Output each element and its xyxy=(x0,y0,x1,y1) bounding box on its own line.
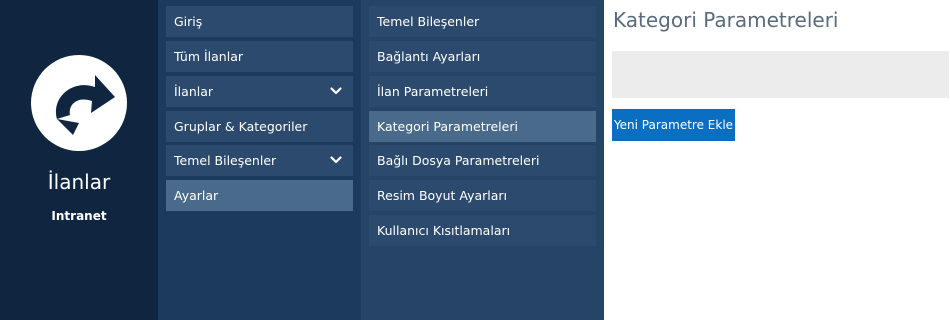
primary-nav: Giriş Tüm İlanlar İlanlar Gruplar & Kate… xyxy=(158,0,361,320)
nav-item-gruplar-kategoriler[interactable]: Gruplar & Kategoriler xyxy=(166,111,353,142)
nav-item-temel-bilesenler[interactable]: Temel Bileşenler xyxy=(166,145,353,176)
nav-item-giris[interactable]: Giriş xyxy=(166,6,353,37)
chevron-down-icon xyxy=(330,156,342,164)
nav-item-ayarlar[interactable]: Ayarlar xyxy=(166,180,353,211)
subnav-item-temel-bilesenler[interactable]: Temel Bileşenler xyxy=(369,6,596,37)
subnav-item-kategori-parametreleri[interactable]: Kategori Parametreleri xyxy=(369,111,596,142)
add-parameter-button[interactable]: Yeni Parametre Ekle xyxy=(612,109,735,141)
nav-item-label: Gruplar & Kategoriler xyxy=(174,119,308,134)
subnav-item-ilan-parametreleri[interactable]: İlan Parametreleri xyxy=(369,76,596,107)
subnav-item-bagli-dosya-parametreleri[interactable]: Bağlı Dosya Parametreleri xyxy=(369,145,596,176)
app-subtitle: Intranet xyxy=(51,209,107,223)
nav-item-label: Tüm İlanlar xyxy=(174,49,244,64)
subnav-item-label: Bağlı Dosya Parametreleri xyxy=(377,153,540,168)
subnav-item-label: Kategori Parametreleri xyxy=(377,119,518,134)
page-title: Kategori Parametreleri xyxy=(613,8,839,32)
subnav-item-resim-boyut-ayarlari[interactable]: Resim Boyut Ayarları xyxy=(369,180,596,211)
nav-item-ilanlar[interactable]: İlanlar xyxy=(166,76,353,107)
content-placeholder xyxy=(612,51,949,98)
subnav-item-kullanici-kisitlamalari[interactable]: Kullanıcı Kısıtlamaları xyxy=(369,215,596,246)
subnav-item-label: Resim Boyut Ayarları xyxy=(377,188,508,203)
subnav-item-baglanti-ayarlari[interactable]: Bağlantı Ayarları xyxy=(369,41,596,72)
subnav-item-label: Kullanıcı Kısıtlamaları xyxy=(377,223,511,238)
nav-item-label: Ayarlar xyxy=(174,188,219,203)
subnav-item-label: Temel Bileşenler xyxy=(377,14,480,29)
brand-panel: İlanlar Intranet xyxy=(0,0,158,320)
nav-item-tum-ilanlar[interactable]: Tüm İlanlar xyxy=(166,41,353,72)
app-title: İlanlar xyxy=(47,170,111,194)
nav-item-label: Temel Bileşenler xyxy=(174,153,277,168)
nav-item-label: Giriş xyxy=(174,14,203,29)
redo-arrow-circle-icon xyxy=(31,55,127,151)
nav-item-label: İlanlar xyxy=(174,84,214,99)
chevron-down-icon xyxy=(330,87,342,95)
subnav-item-label: İlan Parametreleri xyxy=(377,84,489,99)
subnav-item-label: Bağlantı Ayarları xyxy=(377,49,481,64)
secondary-nav: Temel Bileşenler Bağlantı Ayarları İlan … xyxy=(361,0,604,320)
